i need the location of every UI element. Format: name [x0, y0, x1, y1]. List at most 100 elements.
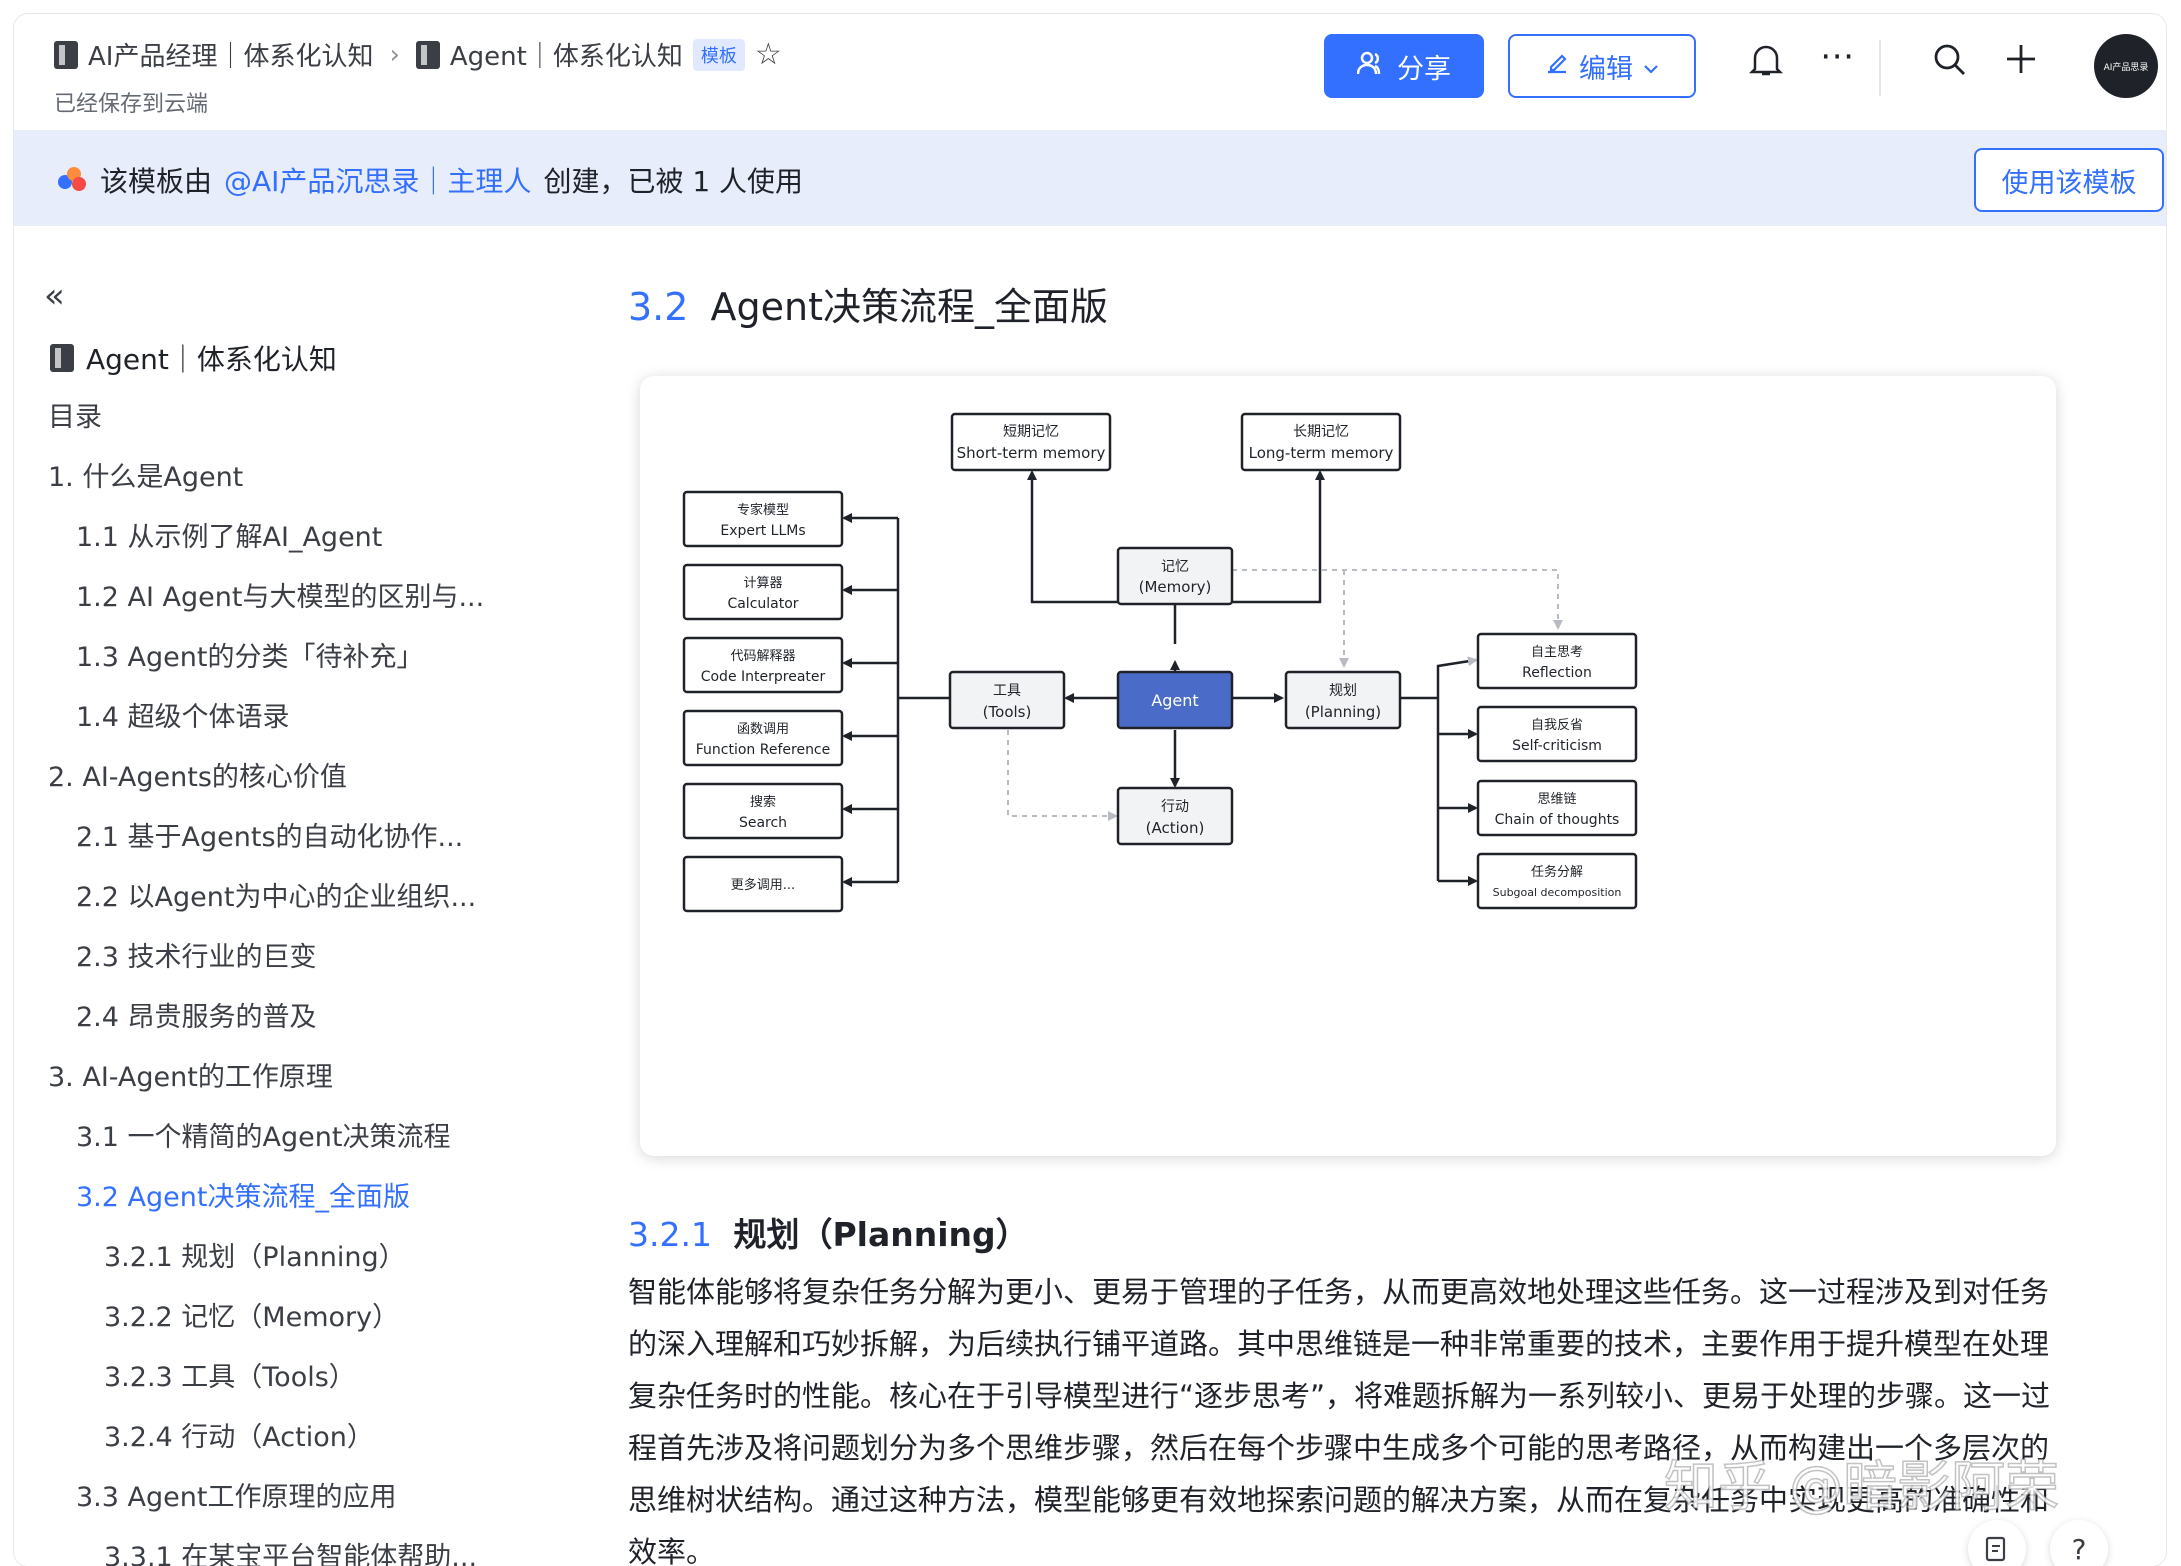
toc-item[interactable]: 3.2.1 规划（Planning） [48, 1238, 484, 1298]
svg-text:自主思考: 自主思考 [1531, 645, 1583, 660]
toc-item[interactable]: 2.3 技术行业的巨变 [48, 938, 484, 998]
toc-item[interactable]: 2. AI-Agents的核心价值 [48, 758, 484, 818]
toc-item[interactable]: 1.1 从示例了解AI_Agent [48, 518, 484, 578]
toc-item[interactable]: 3.3 Agent工作原理的应用 [48, 1478, 484, 1538]
search-icon[interactable] [1932, 42, 1968, 87]
toc-item[interactable]: 3.1 一个精简的Agent决策流程 [48, 1118, 484, 1178]
app-window: AI产品经理｜体系化认知 › Agent｜体系化认知 模板 ☆ 已经保存到云端 … [14, 14, 2166, 1566]
svg-text:Code Interpreater: Code Interpreater [701, 669, 826, 685]
template-badge: 模板 [692, 38, 745, 71]
toc-item[interactable]: 1.4 超级个体语录 [48, 698, 484, 758]
node-tools: 工具 (Tools) [948, 670, 1066, 730]
author-link[interactable]: @AI产品沉思录｜主理人 [224, 160, 531, 200]
svg-text:搜索: 搜索 [750, 795, 776, 810]
svg-text:长期记忆: 长期记忆 [1293, 424, 1349, 440]
svg-text:Short-term memory: Short-term memory [957, 444, 1106, 462]
toc-item[interactable]: 3.2 Agent决策流程_全面版 [48, 1178, 484, 1238]
node-more-tools: 更多调用... [682, 855, 844, 913]
breadcrumb-item-parent[interactable]: AI产品经理｜体系化认知 [88, 36, 373, 73]
book-icon [50, 344, 74, 372]
subsection-heading: 3.2.1 规划（Planning） [628, 1208, 1029, 1256]
sidebar-doc-title[interactable]: Agent｜体系化认知 [50, 338, 337, 378]
template-info: 该模板由 @AI产品沉思录｜主理人 创建，已被 1 人使用 [58, 160, 803, 200]
body-paragraph: 智能体能够将复杂任务分解为更小、更易于管理的子任务，从而更高效地处理这些任务。这… [628, 1275, 2051, 1566]
help-button[interactable]: ? [2050, 1520, 2108, 1566]
svg-text:思维链: 思维链 [1537, 792, 1576, 807]
node-self-criticism: 自我反省 Self-criticism [1476, 705, 1638, 763]
collapse-sidebar-icon[interactable]: « [44, 276, 65, 316]
toc-item[interactable]: 目录 [48, 398, 484, 458]
diagram-dashed-connectors [1007, 569, 1563, 821]
svg-text:工具: 工具 [993, 683, 1021, 699]
agent-flow-diagram[interactable]: 短期记忆 Short-term memory 长期记忆 Long-term me… [640, 376, 2056, 1156]
svg-text:Long-term memory: Long-term memory [1249, 444, 1394, 462]
avatar[interactable]: AI产品思录 [2094, 34, 2158, 98]
divider [1879, 40, 1881, 96]
diagram-svg: 短期记忆 Short-term memory 长期记忆 Long-term me… [682, 412, 1638, 913]
node-expert-llms: 专家模型 Expert LLMs [682, 490, 844, 548]
toc-item[interactable]: 3.2.3 工具（Tools） [48, 1358, 484, 1418]
more-icon[interactable]: ⋯ [1820, 36, 1854, 76]
watermark: 知乎 @暗影阿荣 [1663, 1454, 2060, 1519]
node-planning: 规划 (Planning) [1284, 670, 1402, 730]
node-function-reference: 函数调用 Function Reference [682, 709, 844, 767]
node-subgoal-decomposition: 任务分解 Subgoal decomposition [1476, 852, 1638, 910]
svg-text:任务分解: 任务分解 [1531, 864, 1583, 880]
node-action: 行动 (Action) [1116, 786, 1234, 846]
use-template-button[interactable]: 使用该模板 [1974, 148, 2164, 212]
toc-item[interactable]: 3.2.4 行动（Action） [48, 1418, 484, 1478]
svg-text:(Tools): (Tools) [983, 703, 1032, 721]
section-number: 3.2 [628, 285, 689, 329]
main-content: 3.2 Agent决策流程_全面版 短期记忆 Short-term memory… [574, 226, 2166, 1566]
svg-text:Chain of thoughts: Chain of thoughts [1495, 812, 1620, 828]
node-reflection: 自主思考 Reflection [1476, 632, 1638, 690]
users-icon [1356, 50, 1385, 83]
svg-text:规划: 规划 [1329, 683, 1357, 699]
toc-item[interactable]: 2.1 基于Agents的自动化协作... [48, 818, 484, 878]
toc-item[interactable]: 3. AI-Agent的工作原理 [48, 1058, 484, 1118]
bell-icon[interactable] [1748, 42, 1784, 87]
toc-item[interactable]: 1.2 AI Agent与大模型的区别与... [48, 578, 484, 638]
pencil-icon [1545, 51, 1569, 82]
subsection-number: 3.2.1 [628, 1215, 712, 1254]
svg-text:Expert LLMs: Expert LLMs [720, 523, 805, 539]
svg-text:(Memory): (Memory) [1139, 578, 1212, 596]
svg-text:Calculator: Calculator [727, 596, 798, 612]
star-icon[interactable]: ☆ [755, 37, 782, 72]
subsection-title: 规划（Planning） [733, 1215, 1029, 1254]
sidebar-doc-title-label: Agent｜体系化认知 [86, 343, 337, 376]
edit-button[interactable]: 编辑 [1508, 34, 1696, 98]
svg-text:自我反省: 自我反省 [1531, 718, 1583, 733]
chevron-down-icon [1643, 51, 1659, 82]
banner-suffix: 创建，已被 1 人使用 [543, 165, 804, 198]
section-heading: 3.2 Agent决策流程_全面版 [628, 276, 1108, 331]
breadcrumb: AI产品经理｜体系化认知 › Agent｜体系化认知 模板 ☆ [54, 36, 782, 73]
toc-item[interactable]: 1.3 Agent的分类「待补充」 [48, 638, 484, 698]
sidebar: « Agent｜体系化认知 目录 1. 什么是Agent 1.1 从示例了解AI_A… [14, 226, 574, 1566]
node-long-term-memory: 长期记忆 Long-term memory [1240, 412, 1402, 472]
svg-text:Function Reference: Function Reference [696, 742, 831, 758]
table-of-contents: 目录 1. 什么是Agent 1.1 从示例了解AI_Agent 1.2 AI Age… [48, 398, 484, 1566]
toc-item[interactable]: 2.4 昂贵服务的普及 [48, 998, 484, 1058]
node-code-interpreter: 代码解释器 Code Interpreater [682, 636, 844, 694]
node-memory: 记忆 (Memory) [1116, 546, 1234, 606]
toc-item[interactable]: 3.2.2 记忆（Memory） [48, 1298, 484, 1358]
svg-text:Agent: Agent [1151, 691, 1198, 710]
node-short-term-memory: 短期记忆 Short-term memory [950, 412, 1112, 472]
toc-item[interactable]: 2.2 以Agent为中心的企业组织... [48, 878, 484, 938]
svg-text:函数调用: 函数调用 [737, 722, 789, 737]
question-icon: ? [2071, 1532, 2087, 1566]
plus-icon[interactable] [2004, 42, 2038, 85]
book-icon [415, 40, 440, 69]
banner-prefix: 该模板由 [100, 165, 213, 198]
toc-item[interactable]: 3.3.1 在某宝平台智能体帮助... [48, 1538, 484, 1566]
app-logo-icon [58, 167, 88, 193]
book-icon [54, 40, 78, 69]
section-title: Agent决策流程_全面版 [710, 285, 1109, 329]
share-button[interactable]: 分享 [1324, 34, 1484, 98]
svg-text:(Action): (Action) [1146, 819, 1205, 837]
breadcrumb-item-current[interactable]: Agent｜体系化认知 [450, 36, 683, 73]
svg-text:计算器: 计算器 [743, 576, 782, 591]
toc-item[interactable]: 1. 什么是Agent [48, 458, 484, 518]
node-calculator: 计算器 Calculator [682, 563, 844, 621]
